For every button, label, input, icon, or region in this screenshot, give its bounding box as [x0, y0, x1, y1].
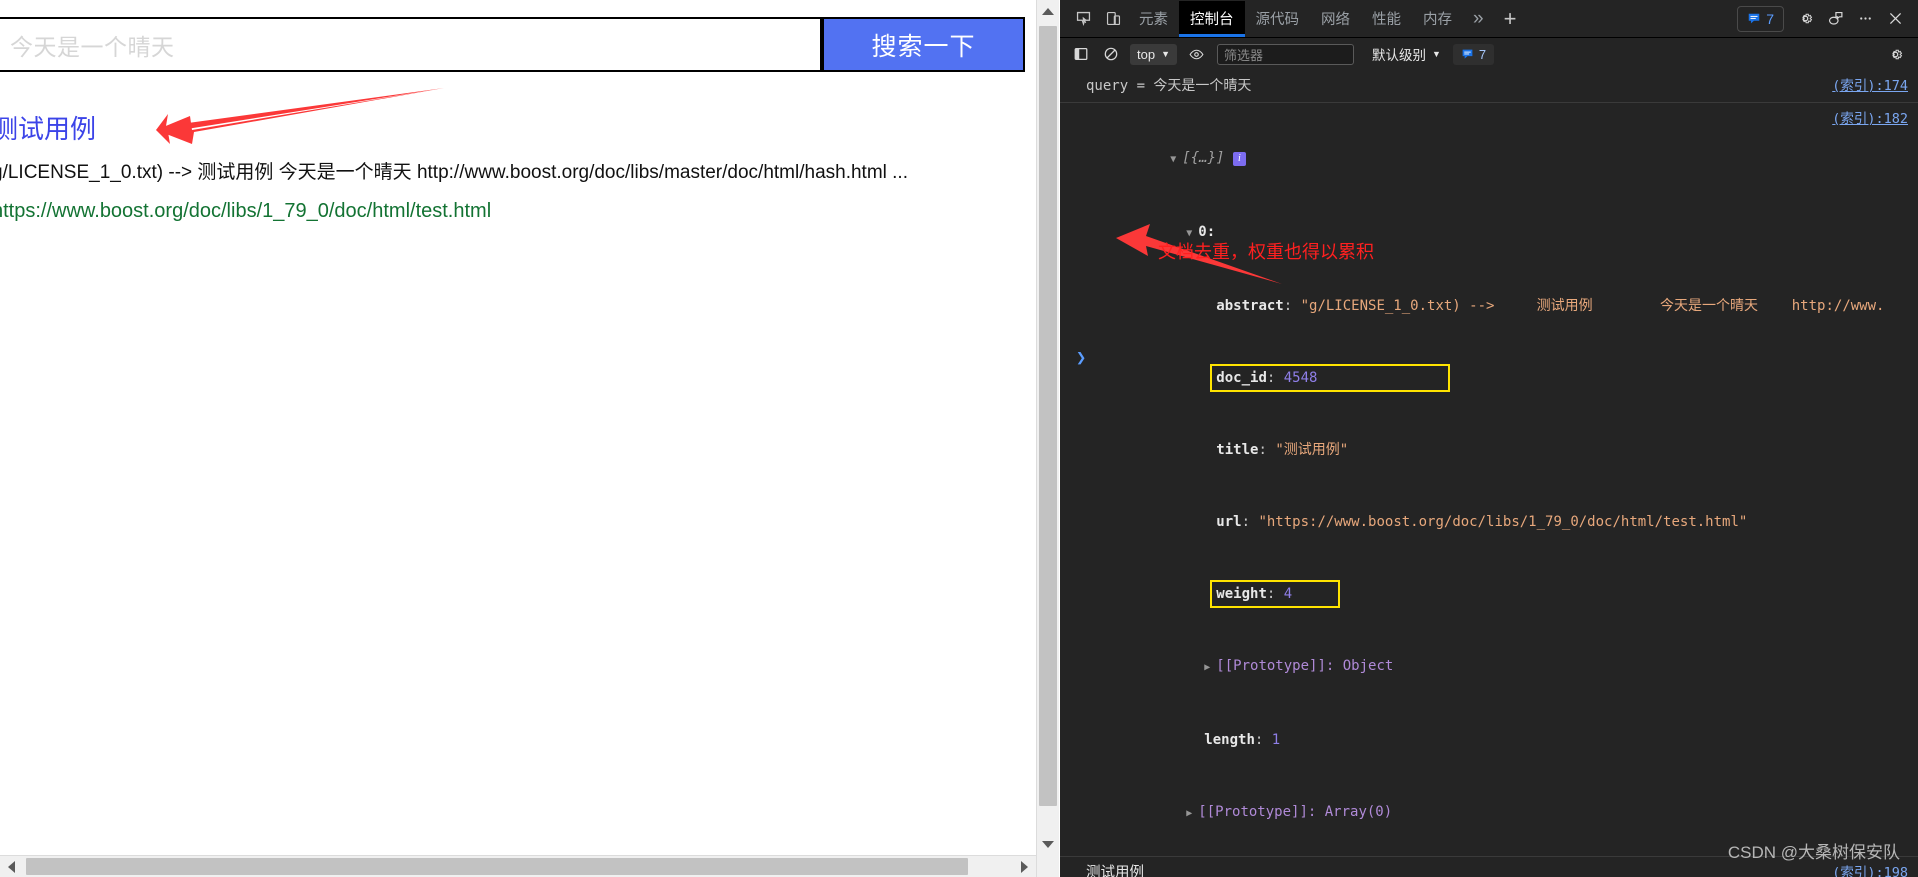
- length-label: length: [1204, 732, 1255, 748]
- console-row-object-source[interactable]: (索引):182: [1832, 107, 1908, 127]
- tab-performance-label: 性能: [1372, 12, 1401, 28]
- prop-value: "测试用例": [1275, 442, 1349, 458]
- object-prop-weight: weight: 4: [1086, 558, 1908, 630]
- length-value: 1: [1271, 732, 1281, 748]
- tab-elements[interactable]: 元素: [1128, 1, 1179, 37]
- console-row-title-source[interactable]: (索引):198: [1832, 861, 1908, 877]
- add-tab-icon[interactable]: +: [1494, 4, 1527, 34]
- more-tabs-icon[interactable]: »: [1463, 4, 1494, 34]
- tab-sources-label: 源代码: [1255, 12, 1300, 28]
- device-toolbar-icon[interactable]: [1098, 4, 1128, 34]
- execution-context-select[interactable]: top ▼: [1130, 43, 1177, 65]
- console-prompt-caret-icon[interactable]: ❯: [1076, 348, 1086, 368]
- result-title-link[interactable]: 测试用例: [0, 112, 1036, 146]
- object-root-line[interactable]: ▼ [{…}] i: [1086, 106, 1908, 196]
- log-level-select[interactable]: 默认级别 ▼: [1366, 44, 1447, 65]
- prop-name: weight: [1216, 586, 1267, 602]
- object-prop-title: title: "测试用例": [1216, 442, 1349, 458]
- prop-name: abstract: [1216, 298, 1284, 314]
- console-row-title-text: 测试用例: [1086, 865, 1144, 877]
- screenshot-root: 今天是一个晴天 搜索一下 测试用例 g/LICENSE_1_0.txt) -->…: [0, 0, 1918, 877]
- issues-icon: [1748, 13, 1760, 23]
- page-content: 今天是一个晴天 搜索一下 测试用例 g/LICENSE_1_0.txt) -->…: [0, 0, 1036, 845]
- log-level-value: 默认级别: [1372, 48, 1426, 63]
- object-root-label: [{…}]: [1182, 150, 1225, 166]
- close-icon[interactable]: [1880, 4, 1910, 34]
- search-input[interactable]: 今天是一个晴天: [0, 17, 822, 72]
- console-log-area: query = 今天是一个晴天 (索引):174 (索引):182 ▼ [{…}]…: [1060, 70, 1918, 877]
- result-abstract: g/LICENSE_1_0.txt) --> 测试用例 今天是一个晴天 http…: [0, 162, 908, 183]
- tab-sources[interactable]: 源代码: [1245, 1, 1311, 37]
- issues-count: 7: [1766, 10, 1774, 27]
- info-icon[interactable]: i: [1232, 152, 1246, 166]
- console-sidebar-icon[interactable]: [1066, 39, 1096, 69]
- issues-icon: [1462, 49, 1473, 59]
- tab-network[interactable]: 网络: [1310, 1, 1361, 37]
- prop-name: title: [1216, 442, 1259, 458]
- object-prop-doc-id: doc_id: 4548: [1086, 342, 1908, 414]
- tab-console[interactable]: 控制台: [1179, 0, 1245, 37]
- page-horizontal-scrollbar[interactable]: [0, 855, 1036, 877]
- more-options-icon[interactable]: [1850, 4, 1880, 34]
- tab-elements-label: 元素: [1139, 12, 1168, 28]
- page-vertical-scrollbar[interactable]: [1036, 0, 1059, 877]
- devtools-tabbar: 元素 控制台 源代码 网络 性能 内存 » + 7: [1060, 0, 1918, 38]
- devtools-annotation-text: 文档去重，权重也得以累积: [1158, 242, 1374, 262]
- console-filter-input[interactable]: 筛选器: [1217, 43, 1354, 65]
- horizontal-scroll-thumb[interactable]: [26, 858, 968, 875]
- tab-memory[interactable]: 内存: [1412, 1, 1463, 37]
- gear-icon[interactable]: [1790, 4, 1820, 34]
- tab-console-label: 控制台: [1190, 12, 1234, 28]
- scroll-down-button[interactable]: [1037, 833, 1059, 855]
- live-expression-icon[interactable]: [1181, 39, 1211, 69]
- tab-performance[interactable]: 性能: [1361, 1, 1412, 37]
- object-proto-inner[interactable]: ▶ [[Prototype]]: Object: [1086, 630, 1908, 704]
- console-settings-gear-icon[interactable]: [1880, 39, 1910, 69]
- prop-value: "g/LICENSE_1_0.txt) --> 测试用例 今天是一个晴天 htt…: [1300, 298, 1885, 314]
- prop-value: 4548: [1283, 370, 1318, 386]
- console-issues-badge[interactable]: 7: [1452, 43, 1495, 65]
- search-button[interactable]: 搜索一下: [822, 17, 1025, 72]
- chevron-down-icon: ▼: [1432, 49, 1441, 59]
- scroll-right-button[interactable]: [1013, 856, 1035, 877]
- prop-value: 4: [1283, 586, 1293, 602]
- prop-name: doc_id: [1216, 370, 1267, 386]
- issues-badge[interactable]: 7: [1737, 5, 1784, 32]
- tab-memory-label: 内存: [1423, 12, 1452, 28]
- object-length-line: length: 1: [1204, 732, 1281, 748]
- clear-console-icon[interactable]: [1096, 39, 1126, 69]
- doc-id-highlight-box: doc_id: 4548: [1210, 364, 1450, 392]
- tab-network-label: 网络: [1321, 12, 1350, 28]
- collapse-triangle-icon[interactable]: ▶: [1186, 802, 1198, 826]
- object-prop-url: url: "https://www.boost.org/doc/libs/1_7…: [1216, 514, 1748, 530]
- console-row-query: query = 今天是一个晴天 (索引):174: [1060, 70, 1918, 103]
- proto-label: [[Prototype]]: Object: [1216, 658, 1394, 674]
- console-row-query-text: query = 今天是一个晴天: [1086, 78, 1252, 94]
- console-issues-count: 7: [1478, 46, 1487, 62]
- inspect-element-icon[interactable]: [1068, 4, 1098, 34]
- feedback-icon[interactable]: [1820, 4, 1850, 34]
- search-result-item: 测试用例 g/LICENSE_1_0.txt) --> 测试用例 今天是一个晴天…: [0, 112, 1036, 224]
- browser-page-pane: 今天是一个晴天 搜索一下 测试用例 g/LICENSE_1_0.txt) -->…: [0, 0, 1036, 877]
- chevron-down-icon: ▼: [1161, 49, 1170, 59]
- devtools-panel: 元素 控制台 源代码 网络 性能 内存 » + 7 top ▼ 筛选器 默认级别…: [1060, 0, 1918, 877]
- weight-highlight-box: weight: 4: [1210, 580, 1341, 608]
- execution-context-value: top: [1137, 46, 1156, 62]
- prop-name: url: [1216, 514, 1242, 530]
- scroll-left-button[interactable]: [0, 856, 22, 877]
- scroll-up-button[interactable]: [1037, 0, 1059, 22]
- vertical-scroll-thumb[interactable]: [1039, 26, 1057, 806]
- search-bar: 今天是一个晴天 搜索一下: [0, 17, 1030, 74]
- prop-value: "https://www.boost.org/doc/libs/1_79_0/d…: [1258, 514, 1748, 530]
- expand-triangle-icon[interactable]: ▼: [1170, 148, 1182, 172]
- console-filter-placeholder: 筛选器: [1224, 47, 1264, 63]
- csdn-watermark: CSDN @大桑树保安队: [1727, 843, 1900, 862]
- console-row-query-source[interactable]: (索引):174: [1832, 74, 1908, 94]
- result-url[interactable]: https://www.boost.org/doc/libs/1_79_0/do…: [0, 198, 1036, 224]
- collapse-triangle-icon[interactable]: ▶: [1204, 656, 1216, 680]
- proto-label: [[Prototype]]: Array(0): [1198, 804, 1393, 820]
- console-toolbar: top ▼ 筛选器 默认级别 ▼ 7: [1060, 38, 1918, 71]
- search-input-placeholder: 今天是一个晴天: [10, 33, 175, 60]
